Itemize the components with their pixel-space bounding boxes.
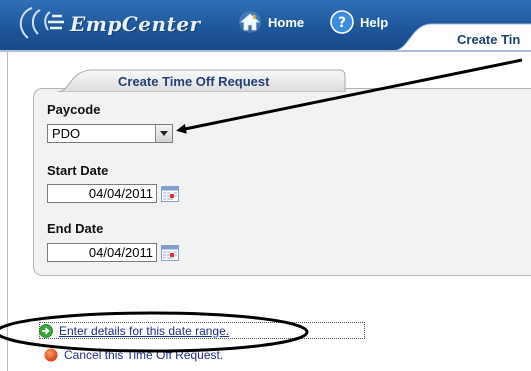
chevron-down-icon <box>160 131 168 136</box>
panel-title: Create Time Off Request <box>118 74 270 89</box>
paycode-label: Paycode <box>47 102 101 117</box>
home-icon <box>239 11 261 33</box>
svg-text:?: ? <box>338 15 346 31</box>
end-date-label: End Date <box>47 221 104 236</box>
enter-details-label: Enter details for this date range. <box>59 323 230 338</box>
nav-home-label: Home <box>268 14 305 30</box>
header-tab-label[interactable]: Create Tin <box>457 32 520 47</box>
cancel-request-link[interactable]: Cancel this Time Off Request. <box>44 348 223 362</box>
header-divider <box>0 50 531 52</box>
go-arrow-icon <box>39 323 53 338</box>
logo-text: EmpCenter <box>70 12 201 36</box>
start-date-label: Start Date <box>47 163 109 178</box>
paycode-select[interactable]: PDO <box>47 124 173 143</box>
help-icon: ? <box>330 10 354 34</box>
calendar-icon[interactable] <box>161 185 179 202</box>
end-date-input[interactable] <box>47 243 157 262</box>
cancel-dot-icon <box>44 348 58 362</box>
left-divider <box>7 50 8 371</box>
top-header-bar: EmpCenter Home ? Help <box>0 0 531 51</box>
calendar-icon[interactable] <box>161 244 179 261</box>
nav-help-link[interactable]: ? Help <box>330 9 388 35</box>
enter-details-link[interactable]: Enter details for this date range. <box>39 322 365 339</box>
nav-home-link[interactable]: Home <box>238 9 304 35</box>
dropdown-arrow-button[interactable] <box>155 125 172 142</box>
start-date-input[interactable] <box>47 184 157 203</box>
cancel-request-label: Cancel this Time Off Request. <box>64 348 224 362</box>
nav-help-label: Help <box>360 14 389 30</box>
paycode-value: PDO <box>52 126 81 141</box>
